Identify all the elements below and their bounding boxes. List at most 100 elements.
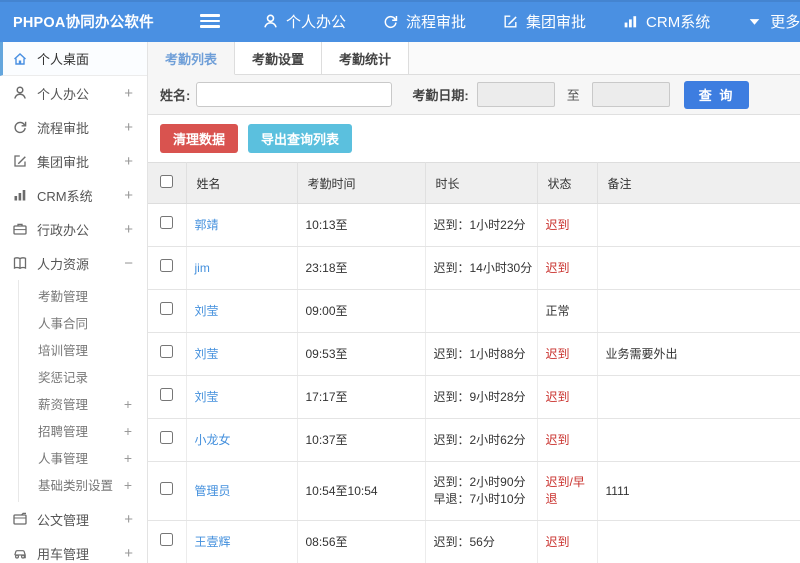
expand-toggle-icon[interactable]: + [124,478,132,492]
tab-active[interactable]: 考勤列表 [148,42,236,75]
duration-cell: 迟到：56分 [425,520,538,563]
row-checkbox[interactable] [160,431,174,444]
sidebar-subitem[interactable]: 招聘管理 + [0,417,147,444]
export-list-button[interactable]: 导出查询列表 [248,124,353,153]
sidebar-subitem[interactable]: 培训管理 [0,336,147,363]
sidebar-item[interactable]: 个人桌面 [0,42,147,76]
expand-toggle-icon[interactable]: + [124,451,132,465]
top-nav-item[interactable]: CRM系统 [622,11,710,32]
top-nav-item[interactable]: 集团审批 [502,11,586,32]
sidebar-item[interactable]: 行政办公 + [0,212,147,246]
employee-name-link[interactable]: jim [195,261,210,275]
sidebar-item[interactable]: 公文管理 + [0,502,147,536]
expand-toggle-icon[interactable]: + [124,154,133,169]
time-cell: 10:54至10:54 [297,461,426,521]
user-icon [262,13,279,30]
status-cell: 正常 [537,289,598,333]
sidebar-subitem-label: 人事合同 [38,317,89,331]
expand-toggle-icon[interactable]: + [124,512,133,527]
date-to-input[interactable] [591,82,670,107]
expand-toggle-icon[interactable]: + [124,222,133,237]
employee-name-link[interactable]: 刘莹 [195,304,219,318]
sidebar-subitem[interactable]: 薪资管理 + [0,390,147,417]
name-cell: 刘莹 [186,375,298,419]
column-header: 姓名 [186,162,298,204]
name-cell: 刘莹 [186,289,298,333]
sidebar-item[interactable]: 流程审批 + [0,110,147,144]
status-cell: 迟到 [537,246,598,290]
row-checkbox[interactable] [160,302,174,315]
time-cell: 08:56至 [297,520,426,563]
table-row: 刘莹 09:53至 迟到：1小时88分 迟到 业务需要外出 [148,332,800,376]
time-cell: 17:17至 [297,375,426,419]
caret-down-icon [746,13,763,30]
expand-toggle-icon[interactable]: + [124,188,133,203]
row-checkbox-cell [148,289,187,333]
status-cell: 迟到 [537,418,598,462]
edit-icon [502,13,519,30]
bar-chart-icon [12,187,28,203]
top-nav-item-label: 流程审批 [406,13,467,31]
duration-cell: 迟到：9小时28分 [425,375,538,419]
expand-toggle-icon[interactable]: + [124,424,132,438]
top-nav-item[interactable]: 流程审批 [382,11,466,32]
duration-line: 迟到：1小时22分 [433,217,526,232]
car-icon [12,545,28,561]
hamburger-icon[interactable] [200,8,220,34]
edit-icon [12,153,28,169]
row-checkbox[interactable] [160,259,174,272]
duration-line: 迟到：1小时88分 [433,346,526,361]
employee-name-link[interactable]: 刘莹 [195,390,219,404]
employee-name-link[interactable]: 王壹辉 [195,535,231,549]
employee-name-link[interactable]: 小龙女 [195,433,231,447]
sidebar-item[interactable]: 集团审批 + [0,144,147,178]
sidebar-item[interactable]: 个人办公 + [0,76,147,110]
employee-name-link[interactable]: 刘莹 [195,347,219,361]
sidebar-item[interactable]: 人力资源 − [0,246,147,280]
top-nav-item[interactable]: 更多应用 [746,11,800,32]
duration-line: 迟到：2小时62分 [433,432,526,447]
top-bar: PHPOA协同办公软件 个人办公 流程审批 集团审批 CRM系统 更多应用 [0,0,800,42]
row-checkbox[interactable] [160,482,174,495]
sidebar-subitem[interactable]: 人事合同 [0,309,147,336]
sidebar-subitem[interactable]: 基础类别设置 + [0,471,147,498]
duration-line: 迟到：14小时30分 [433,260,533,275]
row-checkbox-cell [148,332,187,376]
tab-item[interactable]: 考勤设置 [235,42,323,74]
clean-data-button[interactable]: 清理数据 [160,124,239,153]
row-checkbox[interactable] [160,216,174,229]
expand-toggle-icon[interactable]: + [124,86,133,101]
app-logo: PHPOA协同办公软件 [13,14,154,31]
sidebar-item-label: 用车管理 [37,546,90,562]
sidebar-subitem[interactable]: 考勤管理 [0,282,147,309]
sidebar-item-label: 公文管理 [37,512,90,528]
sidebar-subitem[interactable]: 人事管理 + [0,444,147,471]
sidebar-subitem[interactable]: 奖惩记录 [0,363,147,390]
sidebar-item[interactable]: 用车管理 + [0,536,147,563]
tab-item[interactable]: 考勤统计 [322,42,410,74]
search-button[interactable]: 查 询 [683,80,750,109]
row-checkbox[interactable] [160,533,174,546]
expand-toggle-icon[interactable]: + [124,397,132,411]
duration-cell: 迟到：1小时88分 [425,332,538,376]
sidebar: 个人桌面 个人办公 + 流程审批 + 集团审批 + CRM系统 + 行政办公 + 人力资源 − 考勤管理人… [0,42,148,563]
date-from-input[interactable] [476,82,555,107]
bar-chart-icon [622,13,639,30]
employee-name-link[interactable]: 郭靖 [195,218,219,232]
top-nav-item-label: 更多应用 [770,13,800,31]
sidebar-item[interactable]: CRM系统 + [0,178,147,212]
filter-bar: 姓名: 考勤日期: 至 查 询 [148,75,800,115]
sidebar-item-label: 集团审批 [37,154,90,170]
sidebar-subitem-label: 招聘管理 [38,425,89,439]
select-all-checkbox[interactable] [160,175,174,188]
expand-toggle-icon[interactable]: − [124,256,133,271]
row-checkbox[interactable] [160,345,174,358]
top-nav-item[interactable]: 个人办公 [262,11,346,32]
remark-cell: 业务需要外出 [597,332,800,376]
expand-toggle-icon[interactable]: + [124,120,133,135]
table-row: 小龙女 10:37至 迟到：2小时62分 迟到 [148,418,800,462]
employee-name-link[interactable]: 管理员 [195,484,231,498]
name-input[interactable] [196,82,393,107]
expand-toggle-icon[interactable]: + [124,546,133,561]
row-checkbox[interactable] [160,388,174,401]
